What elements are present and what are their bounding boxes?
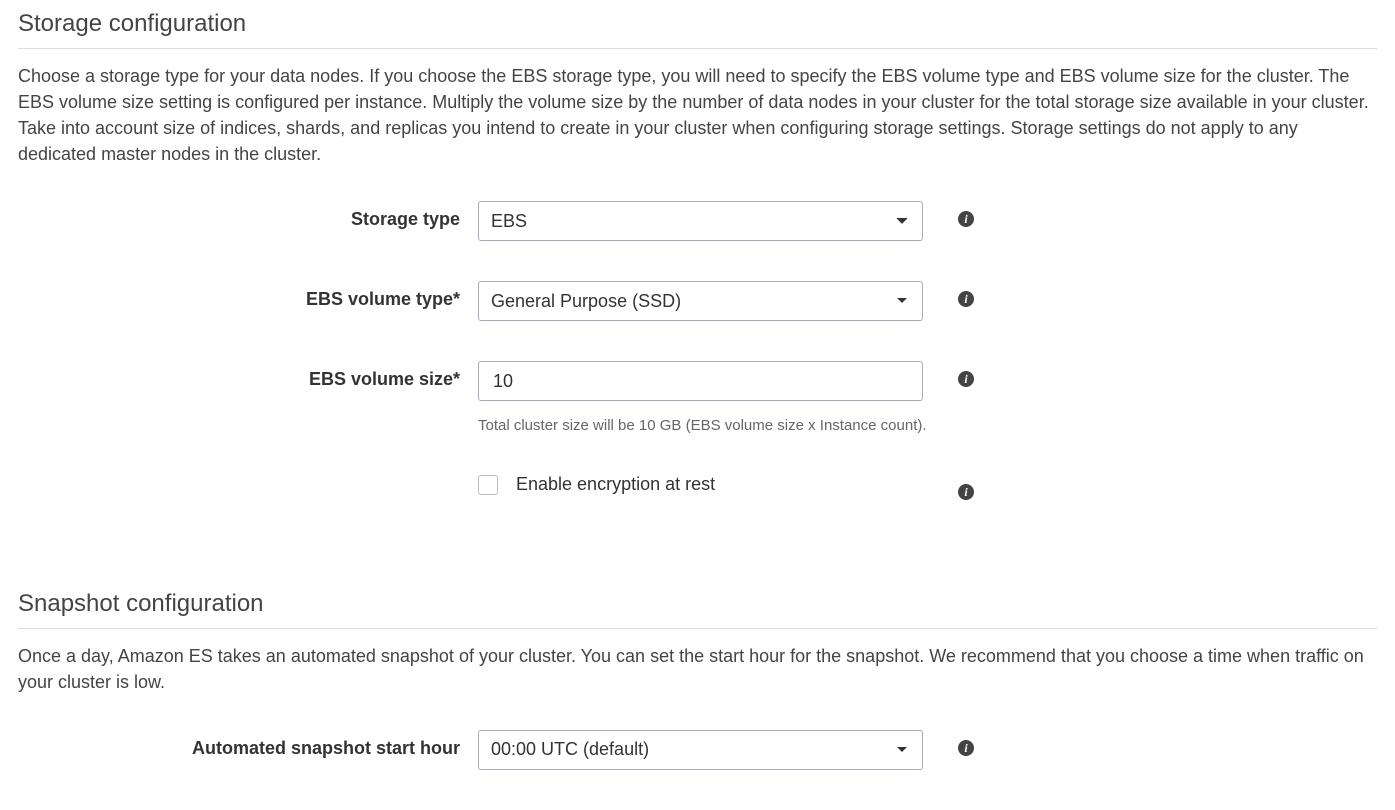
- info-icon[interactable]: i: [958, 291, 974, 307]
- ebs-volume-size-input-wrapper: [478, 361, 923, 401]
- info-icon[interactable]: i: [958, 371, 974, 387]
- ebs-volume-type-label: EBS volume type*: [18, 281, 478, 310]
- caret-down-icon: [896, 746, 908, 754]
- enable-encryption-checkbox[interactable]: [478, 475, 498, 495]
- ebs-volume-size-input[interactable]: [491, 370, 910, 393]
- ebs-volume-type-select[interactable]: General Purpose (SSD): [478, 281, 923, 321]
- caret-down-icon: [896, 297, 908, 305]
- storage-config-description: Choose a storage type for your data node…: [18, 63, 1377, 167]
- ebs-volume-size-hint: Total cluster size will be 10 GB (EBS vo…: [478, 417, 958, 434]
- enable-encryption-label: Enable encryption at rest: [516, 474, 715, 495]
- snapshot-config-heading: Snapshot configuration: [18, 590, 1377, 629]
- storage-type-label: Storage type: [18, 201, 478, 230]
- snapshot-start-hour-select[interactable]: 00:00 UTC (default): [478, 730, 923, 770]
- storage-type-value: EBS: [491, 211, 527, 232]
- ebs-volume-size-label: EBS volume size*: [18, 361, 478, 390]
- snapshot-start-hour-label: Automated snapshot start hour: [18, 730, 478, 759]
- info-icon[interactable]: i: [958, 484, 974, 500]
- info-icon[interactable]: i: [958, 740, 974, 756]
- caret-down-icon: [896, 217, 908, 225]
- snapshot-start-hour-value: 00:00 UTC (default): [491, 739, 649, 760]
- storage-type-select[interactable]: EBS: [478, 201, 923, 241]
- info-icon[interactable]: i: [958, 211, 974, 227]
- storage-config-heading: Storage configuration: [18, 10, 1377, 49]
- snapshot-config-description: Once a day, Amazon ES takes an automated…: [18, 643, 1377, 695]
- ebs-volume-type-value: General Purpose (SSD): [491, 291, 681, 312]
